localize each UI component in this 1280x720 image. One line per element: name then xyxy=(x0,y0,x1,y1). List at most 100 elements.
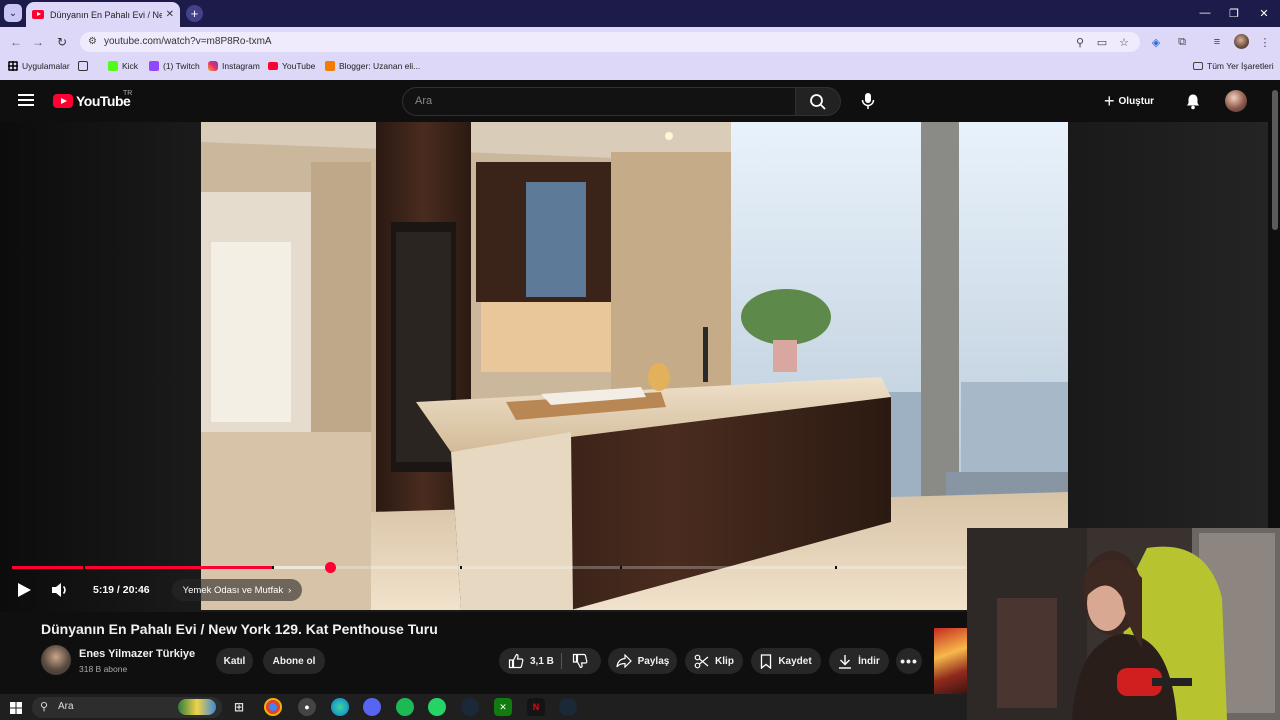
clip-label: Klip xyxy=(715,655,734,667)
like-button[interactable]: 3,1 B xyxy=(508,653,554,669)
bookmark-instagram[interactable]: Instagram xyxy=(208,61,260,71)
taskbar-search-text: Ara xyxy=(58,701,74,712)
tab-search-button[interactable]: ⌄ xyxy=(4,4,22,22)
dislike-button[interactable] xyxy=(572,653,594,672)
window-close-icon[interactable]: ✕ xyxy=(1249,4,1279,22)
bookmark-label: Uygulamalar xyxy=(22,61,70,71)
new-tab-button[interactable]: + xyxy=(186,5,203,22)
search-button[interactable] xyxy=(795,87,841,116)
progress-played xyxy=(12,566,274,569)
ad-thumbnail[interactable] xyxy=(934,628,967,694)
search-input[interactable] xyxy=(402,87,796,116)
more-menu-icon[interactable]: ⋮ xyxy=(1258,35,1272,49)
save-button[interactable]: Kaydet xyxy=(751,648,821,674)
play-icon xyxy=(18,583,31,597)
webcam-overlay xyxy=(967,528,1280,720)
site-info-icon[interactable]: ⚙ xyxy=(88,36,100,48)
join-label: Katıl xyxy=(223,655,246,667)
download-button[interactable]: İndir xyxy=(829,648,889,674)
bookmark-twitch[interactable]: (1) Twitch xyxy=(149,61,200,71)
video-frame[interactable] xyxy=(201,122,1068,610)
bookmark-label: YouTube xyxy=(282,61,316,71)
extensions-icon[interactable]: ⧉ xyxy=(1175,35,1189,49)
bookmark-apps[interactable]: Uygulamalar xyxy=(8,61,70,71)
scissors-icon xyxy=(694,654,709,668)
search-icon xyxy=(810,94,826,110)
bookmark-blogger[interactable]: Blogger: Uzanan eli... xyxy=(325,61,420,71)
subscribe-button[interactable]: Abone ol xyxy=(263,648,325,674)
discord-icon[interactable] xyxy=(363,698,381,716)
youtube-favicon-icon xyxy=(32,10,44,19)
extension-translate-icon[interactable]: ◈ xyxy=(1149,35,1163,49)
play-button[interactable] xyxy=(16,582,32,598)
steam-app-icon[interactable] xyxy=(559,698,577,716)
chapter-divider xyxy=(83,566,85,569)
subscriber-count: 318 B abone xyxy=(79,664,128,674)
streamer-webcam-image xyxy=(967,528,1280,720)
more-actions-button[interactable]: ••• xyxy=(896,648,922,674)
like-count: 3,1 B xyxy=(530,655,554,667)
youtube-icon xyxy=(268,62,278,70)
netflix-icon[interactable]: N xyxy=(527,698,545,716)
folder-icon xyxy=(1193,62,1203,70)
chapter-divider xyxy=(272,566,274,569)
chapter-title: Yemek Odası ve Mutfak xyxy=(182,584,284,596)
spotify-icon[interactable] xyxy=(396,698,414,716)
share-button[interactable]: Paylaş xyxy=(608,648,677,674)
bookmark-star-icon[interactable]: ☆ xyxy=(1117,35,1131,49)
bookmark-label: Kick xyxy=(122,61,139,71)
bookmark-youtube[interactable]: YouTube xyxy=(268,61,315,71)
scrollbar-thumb[interactable] xyxy=(1272,90,1278,230)
create-button[interactable]: + Oluştur xyxy=(1104,89,1174,113)
voice-search-button[interactable] xyxy=(855,88,882,115)
channel-avatar[interactable] xyxy=(41,645,71,675)
steam-icon[interactable] xyxy=(461,698,479,716)
menu-icon[interactable] xyxy=(18,94,34,108)
chrome-icon[interactable] xyxy=(264,698,282,716)
back-icon[interactable]: ← xyxy=(8,34,24,50)
tab-close-icon[interactable]: ✕ xyxy=(166,9,174,20)
maximize-icon[interactable]: ❐ xyxy=(1219,4,1249,22)
profile-avatar[interactable] xyxy=(1234,34,1249,49)
clip-button[interactable]: Klip xyxy=(685,648,743,674)
thumbs-down-icon xyxy=(572,653,588,669)
like-divider xyxy=(561,653,562,669)
share-label: Paylaş xyxy=(637,655,670,667)
kick-icon xyxy=(108,61,118,71)
whatsapp-icon[interactable] xyxy=(428,698,446,716)
apps-grid-icon xyxy=(8,61,18,71)
account-avatar[interactable] xyxy=(1225,90,1247,112)
volume-button[interactable] xyxy=(51,582,69,598)
search-placeholder: Ara xyxy=(415,95,433,107)
save-label: Kaydet xyxy=(778,655,812,667)
all-bookmarks[interactable]: Tüm Yer İşaretleri xyxy=(1193,61,1274,71)
more-horizontal-icon: ••• xyxy=(900,653,918,669)
minimize-icon[interactable]: — xyxy=(1190,4,1220,22)
obs-icon[interactable]: ● xyxy=(298,698,316,716)
progress-scrubber-handle[interactable] xyxy=(324,562,336,573)
chapter-button[interactable]: Yemek Odası ve Mutfak › xyxy=(172,579,302,601)
bookmark-kick[interactable]: Kick xyxy=(108,61,138,71)
create-label: Oluştur xyxy=(1118,95,1155,107)
channel-name[interactable]: Enes Yilmazer Türkiye xyxy=(79,648,195,660)
youtube-logo-icon[interactable] xyxy=(53,94,73,108)
windows-start-icon[interactable] xyxy=(10,701,22,714)
cast-icon[interactable]: ▭ xyxy=(1095,35,1109,49)
tab-groups-icon[interactable]: ≡ xyxy=(1210,35,1224,49)
notifications-bell-icon[interactable] xyxy=(1185,93,1201,110)
zoom-icon[interactable]: ⚲ xyxy=(1073,35,1087,49)
browser-tab-active[interactable]: Dünyanın En Pahalı Evi / New Y ✕ xyxy=(26,2,180,27)
time-display: 5:19 / 20:46 xyxy=(93,584,150,596)
download-icon xyxy=(839,654,852,669)
search-highlight-icon[interactable] xyxy=(178,699,216,715)
video-scene-kitchen xyxy=(201,122,1068,610)
task-view-icon[interactable]: ⊞ xyxy=(230,698,248,716)
bookmark-grid[interactable] xyxy=(78,61,92,71)
forward-icon[interactable]: → xyxy=(30,34,46,50)
country-code: TR xyxy=(123,90,133,97)
xbox-icon[interactable]: ✕ xyxy=(494,698,512,716)
join-button[interactable]: Katıl xyxy=(216,648,253,674)
bookmark-label: Instagram xyxy=(222,61,260,71)
reload-icon[interactable]: ↻ xyxy=(54,34,70,50)
edge-icon[interactable] xyxy=(331,698,349,716)
